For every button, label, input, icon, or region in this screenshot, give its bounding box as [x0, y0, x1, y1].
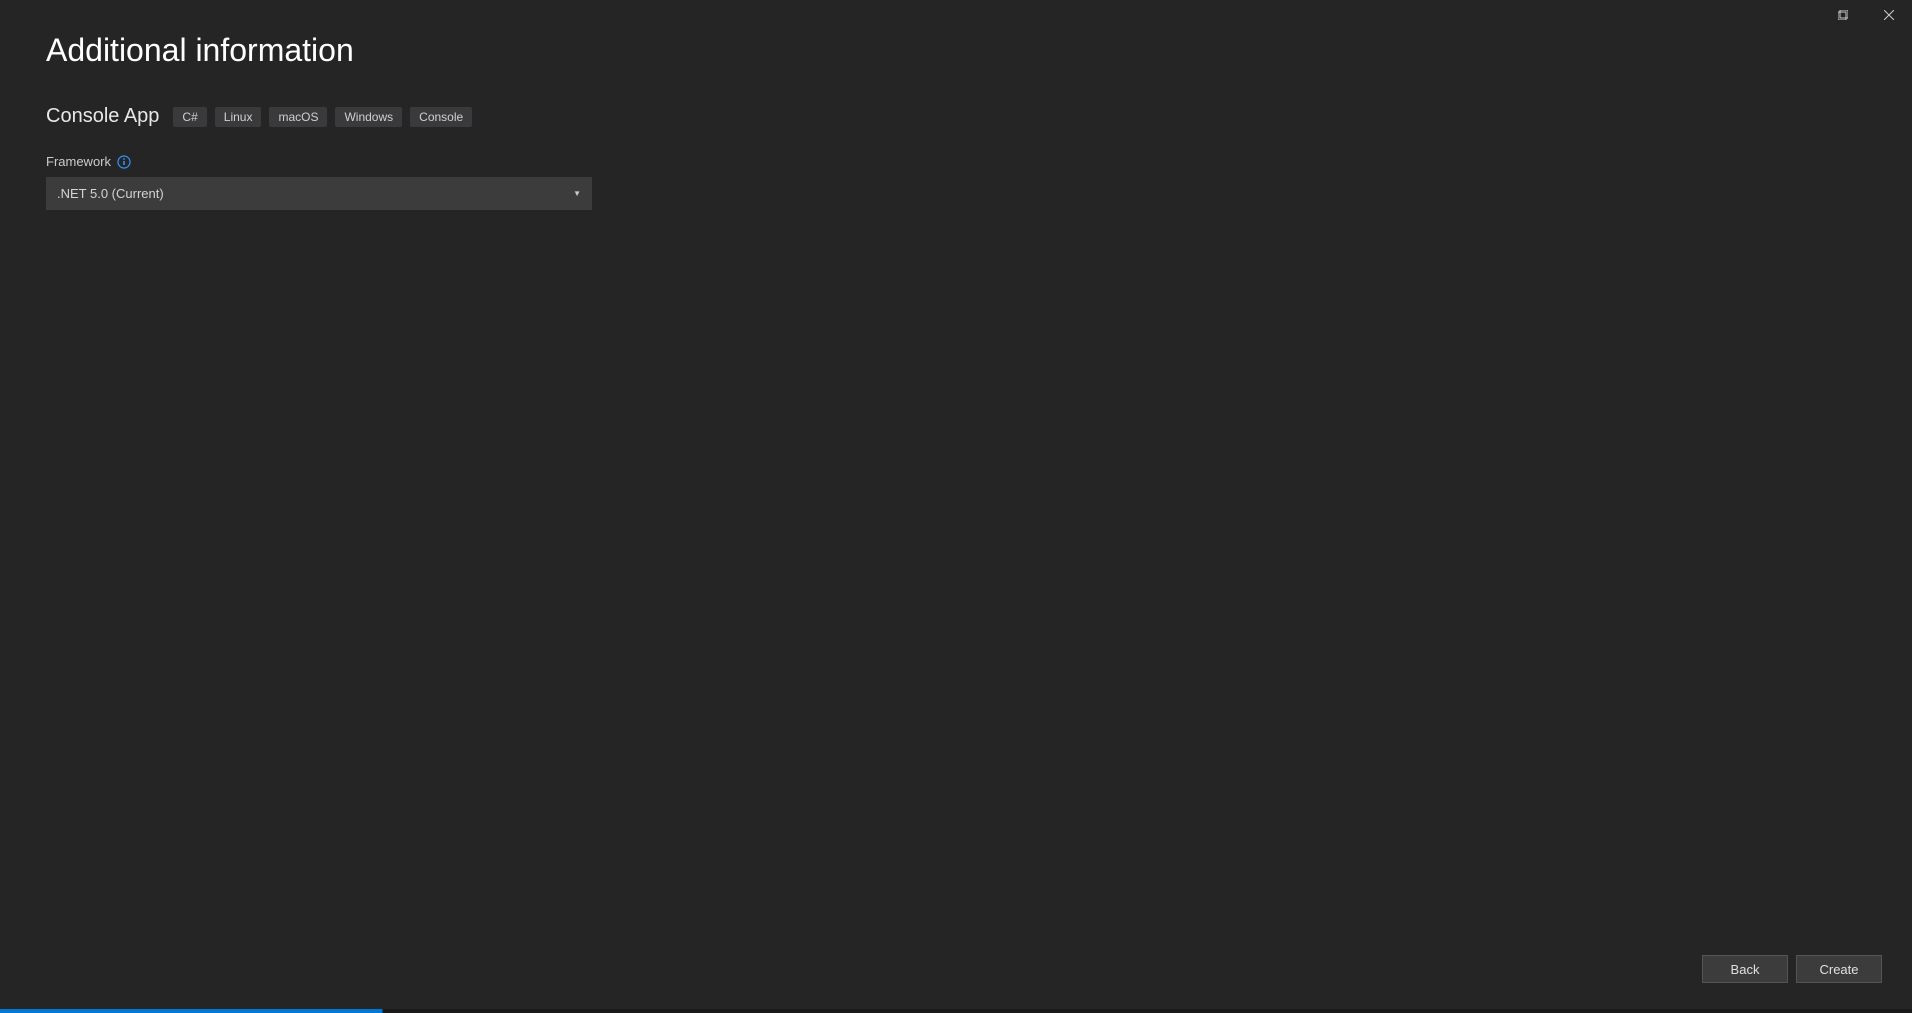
create-button[interactable]: Create [1796, 955, 1882, 983]
tag-csharp: C# [173, 107, 206, 127]
maximize-button[interactable] [1820, 0, 1866, 30]
info-icon[interactable] [117, 155, 131, 169]
maximize-icon [1838, 10, 1848, 20]
page-title: Additional information [46, 32, 1866, 69]
framework-selected-value: .NET 5.0 (Current) [57, 186, 164, 201]
project-type-subtitle: Console App [46, 105, 159, 128]
tag-linux: Linux [215, 107, 262, 127]
chevron-down-icon: ▼ [573, 189, 581, 198]
framework-dropdown[interactable]: .NET 5.0 (Current) ▼ [46, 177, 592, 210]
tag-macos: macOS [269, 107, 327, 127]
tag-console: Console [410, 107, 472, 127]
tag-windows: Windows [335, 107, 402, 127]
tag-list: C# Linux macOS Windows Console [173, 107, 472, 127]
close-icon [1884, 10, 1894, 20]
taskbar [0, 1009, 1912, 1013]
framework-label: Framework [46, 154, 111, 169]
back-button[interactable]: Back [1702, 955, 1788, 983]
close-button[interactable] [1866, 0, 1912, 30]
